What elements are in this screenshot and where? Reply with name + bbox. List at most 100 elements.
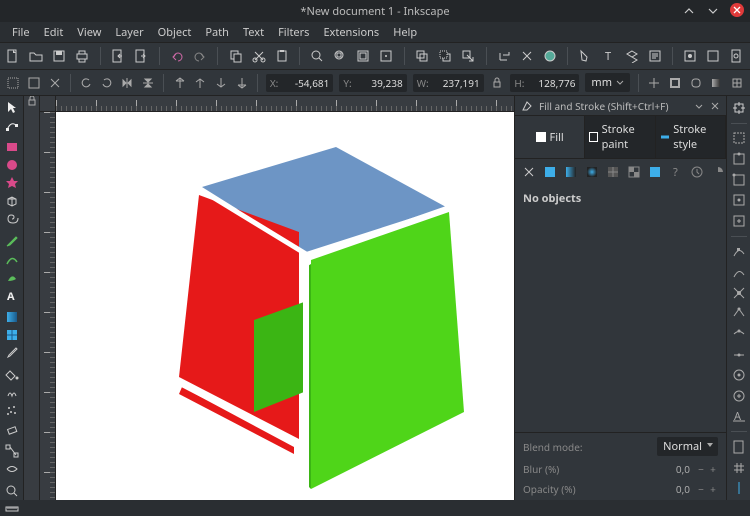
maximize-button[interactable] (706, 3, 720, 17)
selectors-dialog-icon[interactable] (683, 47, 698, 65)
3dbox-tool[interactable] (2, 194, 22, 208)
lower-icon[interactable] (214, 75, 229, 91)
flat-color-icon[interactable] (544, 165, 556, 179)
close-button[interactable] (730, 3, 744, 17)
menu-object[interactable]: Object (152, 23, 198, 42)
snap-bbox-edge-icon[interactable] (730, 151, 748, 167)
radial-gradient-icon[interactable] (586, 165, 598, 179)
raise-icon[interactable] (193, 75, 208, 91)
snap-page-border-icon[interactable] (730, 439, 748, 455)
snap-bbox-center-icon[interactable] (730, 213, 748, 229)
layers-icon[interactable] (624, 47, 639, 65)
tab-stroke-style[interactable]: Stroke style (656, 116, 726, 158)
swatch-icon[interactable] (649, 165, 661, 179)
snap-bbox-midpoint-icon[interactable] (730, 192, 748, 208)
eraser-tool[interactable] (2, 422, 22, 436)
bezier-tool[interactable] (2, 252, 22, 266)
affect-stroke-icon[interactable] (668, 75, 683, 91)
snap-bbox-icon[interactable] (730, 131, 748, 147)
tab-fill[interactable]: Fill (515, 116, 585, 158)
save-document-icon[interactable] (52, 47, 67, 65)
w-field[interactable]: W:237,191 (413, 74, 484, 92)
tweak-tool[interactable] (2, 386, 22, 400)
minus-icon[interactable]: − (696, 464, 706, 474)
spray-tool[interactable] (2, 404, 22, 418)
snap-grid-icon[interactable] (730, 460, 748, 476)
snap-cusp-icon[interactable] (730, 306, 748, 322)
zoom-center-icon[interactable] (379, 47, 394, 65)
snap-path-icon[interactable] (730, 264, 748, 280)
plus-icon[interactable]: + (708, 464, 718, 474)
snap-smooth-icon[interactable] (730, 326, 748, 342)
gradient-tool[interactable] (2, 310, 22, 324)
plus-icon[interactable]: + (708, 484, 718, 494)
zoom-drawing-icon[interactable] (333, 47, 348, 65)
preferences-icon[interactable] (706, 47, 721, 65)
dropper-tool[interactable] (2, 346, 22, 360)
text-icon[interactable]: T (601, 47, 616, 65)
cut-icon[interactable] (251, 47, 266, 65)
flip-vertical-icon[interactable] (141, 75, 156, 91)
paint-bucket-tool[interactable] (2, 368, 22, 382)
mesh-tool[interactable] (2, 328, 22, 342)
open-document-icon[interactable] (29, 47, 44, 65)
ellipse-tool[interactable] (2, 158, 22, 172)
group-icon[interactable] (496, 47, 511, 65)
fill-stroke-icon[interactable] (542, 47, 557, 65)
select-all-layers-icon[interactable] (6, 75, 21, 91)
menu-extensions[interactable]: Extensions (317, 23, 385, 42)
object-properties-icon[interactable] (578, 47, 593, 65)
snap-node-icon[interactable] (730, 244, 748, 260)
connector-tool[interactable] (2, 444, 22, 458)
select-tool[interactable] (2, 100, 22, 114)
snap-intersection-icon[interactable] (730, 285, 748, 301)
h-field[interactable]: H:128,776 (510, 74, 579, 92)
tab-stroke-paint[interactable]: Stroke paint (585, 116, 655, 158)
menu-help[interactable]: Help (387, 23, 423, 42)
snap-bbox-corner-icon[interactable] (730, 172, 748, 188)
ruler-horizontal[interactable] (56, 96, 514, 112)
opacity-stepper[interactable]: −+ (696, 484, 718, 494)
y-field[interactable]: Y:39,238 (339, 74, 406, 92)
menu-edit[interactable]: Edit (38, 23, 70, 42)
pattern-icon[interactable] (628, 165, 640, 179)
lpe-tool[interactable] (2, 462, 22, 476)
menu-layer[interactable]: Layer (109, 23, 149, 42)
copy-icon[interactable] (228, 47, 243, 65)
zoom-page-icon[interactable] (356, 47, 371, 65)
flip-horizontal-icon[interactable] (120, 75, 135, 91)
snap-object-center-icon[interactable] (730, 367, 748, 383)
node-tool[interactable] (2, 118, 22, 132)
print-icon[interactable] (75, 47, 90, 65)
ungroup-icon[interactable] (519, 47, 534, 65)
zoom-tool[interactable] (2, 484, 22, 498)
rotate-ccw-icon[interactable] (79, 75, 94, 91)
unit-select[interactable]: mm (585, 73, 630, 92)
blur-stepper[interactable]: −+ (696, 464, 718, 474)
star-tool[interactable] (2, 176, 22, 190)
import-icon[interactable] (111, 47, 126, 65)
menu-view[interactable]: View (71, 23, 107, 42)
rotate-cw-icon[interactable] (99, 75, 114, 91)
blend-mode-select[interactable]: Normal (657, 437, 718, 456)
lock-toggle[interactable] (24, 96, 40, 112)
cms-icon[interactable] (712, 165, 724, 179)
spiral-tool[interactable] (2, 212, 22, 226)
lock-aspect-icon[interactable] (490, 75, 505, 91)
ruler-vertical[interactable] (40, 112, 56, 500)
lower-bottom-icon[interactable] (234, 75, 249, 91)
rectangle-tool[interactable] (2, 140, 22, 154)
text-tool[interactable]: A (2, 288, 22, 302)
new-document-icon[interactable] (6, 47, 21, 65)
deselect-icon[interactable] (47, 75, 62, 91)
affect-gradient-icon[interactable] (709, 75, 724, 91)
linear-gradient-icon[interactable] (565, 165, 577, 179)
snap-text-baseline-icon[interactable]: A (730, 409, 748, 425)
select-all-icon[interactable] (27, 75, 42, 91)
snap-guide-icon[interactable] (730, 481, 748, 497)
clone-icon[interactable] (438, 47, 453, 65)
affect-pattern-icon[interactable] (729, 75, 744, 91)
menu-filters[interactable]: Filters (272, 23, 315, 42)
dock-close-icon[interactable] (710, 101, 720, 111)
document-properties-icon[interactable] (729, 47, 744, 65)
